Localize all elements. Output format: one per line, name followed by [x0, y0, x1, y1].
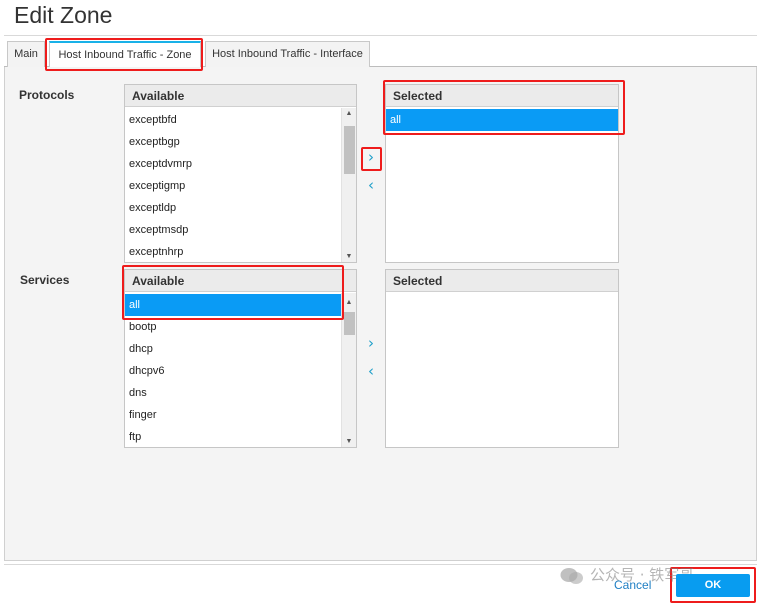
- protocols-selected-list[interactable]: Selected all: [385, 84, 619, 263]
- services-available-header: Available: [125, 270, 356, 292]
- chevron-right-icon: ›: [368, 334, 374, 352]
- services-add-button[interactable]: ›: [362, 334, 380, 354]
- cancel-button[interactable]: Cancel: [614, 578, 651, 592]
- list-item[interactable]: exceptnhrp: [125, 241, 356, 262]
- chevron-left-icon: ‹: [368, 362, 374, 380]
- list-item[interactable]: exceptdvmrp: [125, 153, 356, 175]
- tab-panel: [4, 67, 757, 561]
- tab-main[interactable]: Main: [7, 41, 45, 67]
- list-item[interactable]: all: [386, 109, 618, 131]
- protocols-add-button[interactable]: ›: [362, 148, 380, 168]
- protocols-available-scrollbar[interactable]: ▲ ▼: [341, 108, 356, 262]
- list-item[interactable]: ftp: [125, 426, 356, 447]
- dialog-title: Edit Zone: [14, 2, 113, 28]
- tab-host-inbound-traffic-zone[interactable]: Host Inbound Traffic - Zone: [49, 41, 201, 68]
- list-item[interactable]: bootp: [125, 316, 356, 338]
- ok-button[interactable]: OK: [676, 574, 750, 597]
- scrollbar-thumb[interactable]: [344, 312, 355, 335]
- chevron-left-icon: ‹: [368, 176, 374, 194]
- list-item[interactable]: dhcpv6: [125, 360, 356, 382]
- services-selected-header: Selected: [386, 270, 618, 292]
- title-divider: [4, 35, 757, 36]
- services-available-list[interactable]: Available all bootp dhcp dhcpv6 dns fing…: [124, 269, 357, 448]
- scroll-down-icon[interactable]: ▼: [342, 436, 356, 447]
- services-label: Services: [20, 273, 70, 287]
- list-item[interactable]: dns: [125, 382, 356, 404]
- tab-host-inbound-traffic-interface[interactable]: Host Inbound Traffic - Interface: [205, 41, 370, 67]
- chevron-right-icon: ›: [368, 148, 374, 166]
- list-item[interactable]: exceptmsdp: [125, 219, 356, 241]
- scroll-up-icon[interactable]: ▲: [342, 108, 356, 120]
- services-available-scrollbar[interactable]: ▲ ▼: [341, 293, 356, 447]
- tab-bar: Main Host Inbound Traffic - Zone Host In…: [4, 41, 757, 68]
- protocols-available-list[interactable]: Available exceptbfd exceptbgp exceptdvmr…: [124, 84, 357, 263]
- protocols-available-header: Available: [125, 85, 356, 107]
- list-item[interactable]: all: [125, 294, 356, 316]
- services-selected-list[interactable]: Selected: [385, 269, 619, 448]
- protocols-remove-button[interactable]: ‹: [362, 176, 380, 196]
- protocols-selected-header: Selected: [386, 85, 618, 107]
- list-item[interactable]: finger: [125, 404, 356, 426]
- list-item[interactable]: exceptbgp: [125, 131, 356, 153]
- scrollbar-thumb[interactable]: [344, 126, 355, 174]
- list-item[interactable]: dhcp: [125, 338, 356, 360]
- scroll-up-icon[interactable]: ▲: [342, 297, 356, 309]
- list-item[interactable]: exceptldp: [125, 197, 356, 219]
- wechat-icon: [560, 567, 583, 584]
- list-item[interactable]: exceptbfd: [125, 109, 356, 131]
- services-remove-button[interactable]: ‹: [362, 362, 380, 382]
- protocols-label: Protocols: [19, 88, 75, 102]
- list-item[interactable]: exceptigmp: [125, 175, 356, 197]
- scroll-down-icon[interactable]: ▼: [342, 251, 356, 262]
